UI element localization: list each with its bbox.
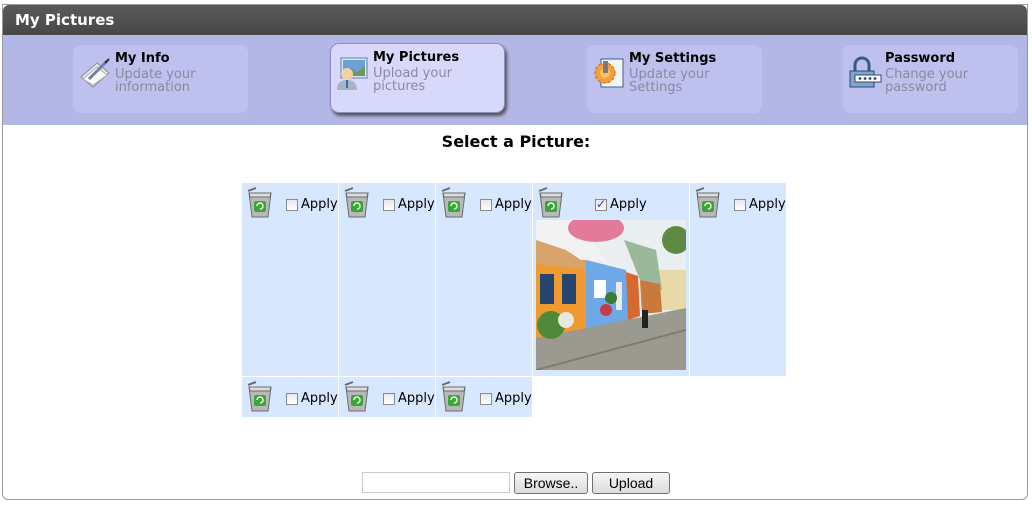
file-path-input[interactable]	[362, 472, 510, 493]
picture-cell: Apply	[690, 183, 786, 376]
apply-checkbox[interactable]: Apply	[734, 197, 786, 212]
checkbox-box[interactable]	[480, 392, 492, 405]
picture-cell: Apply	[339, 183, 435, 376]
delete-trash-icon[interactable]	[440, 187, 468, 219]
upload-form: Browse.. Upload	[362, 472, 670, 494]
nav-item-my-info[interactable]: My Info Update your information	[73, 45, 248, 113]
apply-checkbox[interactable]: Apply	[595, 197, 647, 212]
checkbox-box[interactable]	[383, 198, 395, 211]
apply-label: Apply	[495, 391, 532, 406]
delete-trash-icon[interactable]	[246, 187, 274, 219]
nav-item-desc: Upload your pictures	[373, 66, 452, 94]
delete-trash-icon[interactable]	[343, 187, 371, 219]
checkbox-box[interactable]	[480, 198, 492, 211]
nav-bar: My Info Update your information My Pictu…	[3, 35, 1027, 125]
user-picture-icon	[337, 57, 368, 90]
apply-label: Apply	[749, 197, 786, 212]
nav-item-desc: Change your password	[885, 67, 969, 95]
delete-trash-icon[interactable]	[694, 187, 722, 219]
upload-button[interactable]: Upload	[592, 472, 670, 494]
nav-item-desc: Update your information	[115, 67, 196, 95]
nav-item-label: My Info	[115, 51, 170, 66]
page-heading: Select a Picture:	[441, 132, 591, 151]
apply-label: Apply	[495, 197, 532, 212]
delete-trash-icon[interactable]	[343, 381, 371, 413]
nav-item-my-settings[interactable]: My Settings Update your Settings	[587, 45, 762, 113]
picture-cell: Apply	[242, 183, 338, 376]
picture-cell: Apply	[533, 183, 689, 376]
apply-label: Apply	[610, 197, 647, 212]
apply-label: Apply	[301, 391, 338, 406]
picture-thumbnail[interactable]	[536, 220, 686, 370]
delete-trash-icon[interactable]	[537, 187, 565, 219]
picture-cell: Apply	[242, 377, 338, 417]
nav-item-password[interactable]: Password Change your password	[843, 45, 1018, 113]
apply-checkbox[interactable]: Apply	[480, 391, 532, 406]
delete-trash-icon[interactable]	[246, 381, 274, 413]
browse-button[interactable]: Browse..	[514, 472, 588, 494]
checkbox-box[interactable]	[734, 198, 746, 211]
nav-item-label: My Settings	[629, 51, 717, 66]
checkbox-box[interactable]	[383, 392, 395, 405]
checkbox-box[interactable]	[286, 392, 298, 405]
picture-cell: Apply	[436, 377, 532, 417]
apply-checkbox[interactable]: Apply	[286, 197, 338, 212]
delete-trash-icon[interactable]	[440, 381, 468, 413]
apply-checkbox[interactable]: Apply	[480, 197, 532, 212]
window-title: My Pictures	[3, 5, 1027, 35]
apply-label: Apply	[301, 197, 338, 212]
edit-document-icon	[80, 58, 110, 88]
apply-checkbox[interactable]: Apply	[383, 391, 435, 406]
checkbox-box[interactable]	[595, 197, 607, 211]
picture-cell: Apply	[339, 377, 435, 417]
nav-item-label: Password	[885, 51, 956, 66]
padlock-password-icon	[849, 56, 882, 88]
settings-gear-icon	[594, 58, 624, 88]
picture-cell: Apply	[436, 183, 532, 376]
apply-checkbox[interactable]: Apply	[286, 391, 338, 406]
apply-label: Apply	[398, 197, 435, 212]
checkbox-box[interactable]	[286, 198, 298, 211]
nav-item-my-pictures[interactable]: My Pictures Upload your pictures	[330, 43, 505, 113]
nav-item-desc: Update your Settings	[629, 67, 710, 95]
apply-label: Apply	[398, 391, 435, 406]
apply-checkbox[interactable]: Apply	[383, 197, 435, 212]
nav-item-label: My Pictures	[373, 50, 460, 65]
